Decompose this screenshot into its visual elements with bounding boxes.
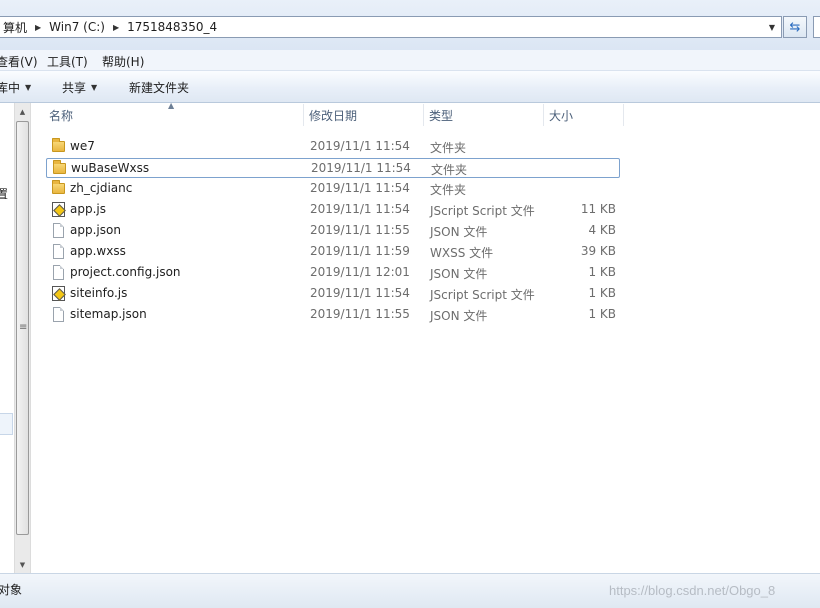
file-size: 1 KB (588, 286, 616, 300)
file-date: 2019/11/1 11:59 (310, 244, 410, 258)
jscript-icon (52, 202, 66, 217)
file-type: 文件夹 (430, 183, 467, 197)
file-name: app.wxss (70, 244, 126, 258)
grip-icon: ≡ (19, 322, 28, 333)
folder-icon (53, 160, 67, 176)
file-type: JScript Script 文件 (430, 288, 535, 302)
document-icon (52, 307, 66, 322)
file-type: 文件夹 (430, 141, 467, 155)
navigation-pane[interactable]: 置 (0, 103, 14, 573)
file-date: 2019/11/1 11:54 (310, 202, 410, 216)
breadcrumb-arrow-icon[interactable]: ▶ (33, 23, 43, 32)
document-icon (52, 223, 66, 238)
status-item-count: 对象 (0, 583, 23, 597)
file-row[interactable]: siteinfo.js 2019/11/1 11:54 JScript Script… (46, 284, 620, 304)
file-type: JSON 文件 (430, 267, 488, 281)
command-toolbar: 库中 ▼ 共享 ▼ 新建文件夹 (0, 71, 820, 103)
navigation-bar: 算机 ▶ Win7 (C:) ▶ 1751848350_4 ▼ ⇆ (0, 0, 820, 50)
document-icon (52, 265, 66, 280)
file-date: 2019/11/1 11:54 (310, 286, 410, 300)
file-date: 2019/11/1 11:54 (310, 139, 410, 153)
file-name: we7 (70, 139, 95, 153)
column-header-size[interactable]: 大小 (544, 104, 624, 126)
file-size: 1 KB (588, 307, 616, 321)
file-name: project.config.json (70, 265, 181, 279)
file-type: JScript Script 文件 (430, 204, 535, 218)
file-type: 文件夹 (431, 163, 468, 177)
file-date: 2019/11/1 11:55 (310, 307, 410, 321)
folder-icon (52, 138, 66, 154)
file-row[interactable]: sitemap.json 2019/11/1 11:55 JSON 文件 1 KB (46, 305, 620, 325)
file-row[interactable]: app.js 2019/11/1 11:54 JScript Script 文件 11… (46, 200, 620, 220)
file-row[interactable]: zh_cjdianc 2019/11/1 11:54 文件夹 (46, 179, 620, 199)
share-button[interactable]: 共享 ▼ (62, 79, 97, 96)
file-type: JSON 文件 (430, 225, 488, 239)
file-date: 2019/11/1 11:54 (310, 181, 410, 195)
file-row[interactable]: project.config.json 2019/11/1 12:01 JSON 文… (46, 263, 620, 283)
search-input[interactable] (813, 16, 820, 38)
scroll-up-icon[interactable]: ▲ (15, 103, 30, 120)
file-size: 4 KB (588, 223, 616, 237)
breadcrumb-computer[interactable]: 算机 (0, 19, 33, 36)
file-name: zh_cjdianc (70, 181, 133, 195)
include-in-library-button[interactable]: 库中 ▼ (0, 79, 31, 96)
file-date: 2019/11/1 12:01 (310, 265, 410, 279)
nav-item-highlight[interactable] (0, 413, 13, 435)
new-folder-button[interactable]: 新建文件夹 (129, 79, 189, 96)
file-row[interactable]: app.json 2019/11/1 11:55 JSON 文件 4 KB (46, 221, 620, 241)
file-size: 11 KB (580, 202, 616, 216)
document-icon (52, 244, 66, 259)
address-bar[interactable]: 算机 ▶ Win7 (C:) ▶ 1751848350_4 ▼ (0, 16, 782, 38)
file-row[interactable]: we7 2019/11/1 11:54 文件夹 (46, 137, 620, 157)
chevron-down-icon: ▼ (25, 83, 32, 92)
menu-view[interactable]: 查看(V) (0, 53, 38, 70)
file-date: 2019/11/1 11:54 (311, 161, 411, 175)
scrollbar-thumb[interactable]: ≡ (16, 121, 29, 535)
column-header-date[interactable]: 修改日期 (304, 104, 424, 126)
navigation-scrollbar[interactable]: ▲ ≡ ▼ (14, 103, 31, 573)
file-size: 39 KB (580, 244, 616, 258)
file-row[interactable]: app.wxss 2019/11/1 11:59 WXSS 文件 39 KB (46, 242, 620, 262)
file-date: 2019/11/1 11:55 (310, 223, 410, 237)
file-name: siteinfo.js (70, 286, 128, 300)
breadcrumb-arrow-icon[interactable]: ▶ (111, 23, 121, 32)
file-type: WXSS 文件 (430, 246, 494, 260)
file-size: 1 KB (588, 265, 616, 279)
column-header-type[interactable]: 类型 (424, 104, 544, 126)
file-type: JSON 文件 (430, 309, 488, 323)
chevron-down-icon: ▼ (91, 83, 98, 92)
include-in-library-label: 库中 (0, 81, 21, 95)
file-name: app.js (70, 202, 106, 216)
breadcrumb-folder[interactable]: 1751848350_4 (121, 20, 223, 34)
menu-help[interactable]: 帮助(H) (102, 53, 144, 70)
breadcrumb-drive[interactable]: Win7 (C:) (43, 20, 111, 34)
share-label: 共享 (62, 81, 87, 95)
nav-item-label[interactable]: 置 (0, 185, 8, 202)
column-header-name[interactable]: 名称 (44, 104, 304, 126)
folder-icon (52, 180, 66, 196)
jscript-icon (52, 286, 66, 301)
scroll-down-icon[interactable]: ▼ (15, 556, 30, 573)
file-row[interactable]: wuBaseWxss 2019/11/1 11:54 文件夹 (46, 158, 620, 178)
menu-tools[interactable]: 工具(T) (47, 53, 88, 70)
file-name: wuBaseWxss (71, 161, 150, 175)
address-dropdown-icon[interactable]: ▼ (763, 17, 781, 37)
refresh-button[interactable]: ⇆ (783, 16, 807, 38)
refresh-icon: ⇆ (789, 19, 801, 35)
menu-bar: 查看(V) 工具(T) 帮助(H) (0, 50, 820, 71)
file-name: app.json (70, 223, 121, 237)
watermark-text: https://blog.csdn.net/Obgo_8 (609, 583, 776, 598)
status-bar: 对象 https://blog.csdn.net/Obgo_8 (0, 573, 820, 608)
file-name: sitemap.json (70, 307, 147, 321)
